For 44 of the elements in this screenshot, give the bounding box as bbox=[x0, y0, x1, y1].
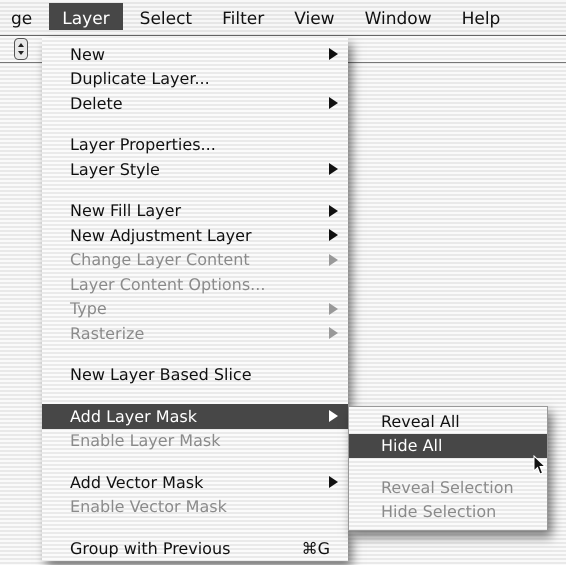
menu-item-label: Reveal All bbox=[381, 412, 460, 431]
menu-item[interactable]: New bbox=[42, 42, 348, 66]
menu-item-label: Hide All bbox=[381, 436, 442, 456]
menu-item-label: Add Layer Mask bbox=[70, 406, 197, 426]
menu-title[interactable]: Select bbox=[126, 3, 206, 30]
shortcut-label: ⌘G bbox=[302, 538, 330, 558]
menu-item[interactable]: Layer Properties... bbox=[42, 132, 348, 157]
menu-item-label: New Layer Based Slice bbox=[70, 365, 252, 384]
menu-title[interactable]: Layer bbox=[49, 3, 123, 30]
menu-item-label: Duplicate Layer... bbox=[70, 69, 210, 88]
menu-item[interactable]: Add Layer Mask bbox=[42, 404, 348, 428]
menu-item-label: Type bbox=[70, 299, 107, 318]
menu-item[interactable]: Add Vector Mask bbox=[42, 470, 348, 494]
menu-item-label: Enable Layer Mask bbox=[70, 431, 220, 450]
menu-item-label: New bbox=[70, 44, 105, 64]
menu-item-label: Layer Style bbox=[70, 160, 160, 179]
menu-item-label: Rasterize bbox=[70, 324, 144, 343]
menu-title[interactable]: View bbox=[281, 3, 348, 30]
menu-item-label: Reveal Selection bbox=[381, 478, 514, 497]
menu-item[interactable]: New Fill Layer bbox=[42, 198, 348, 223]
stepper-icon[interactable] bbox=[14, 38, 28, 60]
menu-item[interactable]: Duplicate Layer... bbox=[42, 66, 348, 91]
menu-item-label: Delete bbox=[70, 94, 123, 113]
menu-item-label: Hide Selection bbox=[381, 502, 496, 522]
menu-title[interactable]: Filter bbox=[209, 3, 278, 30]
menu-item-label: Add Vector Mask bbox=[70, 472, 204, 492]
menu-item-label: Change Layer Content bbox=[70, 250, 250, 270]
menu-item[interactable]: Hide All bbox=[349, 434, 547, 458]
menu-title[interactable]: Help bbox=[448, 3, 514, 30]
menu-item[interactable]: New Layer Based Slice bbox=[42, 362, 348, 387]
menu-item[interactable]: New Adjustment Layer bbox=[42, 223, 348, 248]
menu-title[interactable]: Window bbox=[352, 3, 445, 30]
menu-item-label: New Adjustment Layer bbox=[70, 226, 252, 245]
pointer-cursor-icon bbox=[533, 455, 547, 476]
menu-item[interactable]: Delete bbox=[42, 91, 348, 116]
menu-item-label: Layer Properties... bbox=[70, 135, 216, 154]
menu-item[interactable]: Layer Style bbox=[42, 157, 348, 182]
menu-item-label: New Fill Layer bbox=[70, 201, 182, 220]
menu-item[interactable]: Reveal All bbox=[349, 409, 547, 434]
menu-item[interactable]: Group with Previous ⌘G bbox=[42, 536, 348, 560]
menu-item-label: Enable Vector Mask bbox=[70, 497, 227, 516]
menu-title[interactable]: ge bbox=[0, 3, 46, 30]
menu-item-label: Group with Previous bbox=[70, 538, 230, 558]
menu-item-label: Layer Content Options... bbox=[70, 274, 266, 294]
